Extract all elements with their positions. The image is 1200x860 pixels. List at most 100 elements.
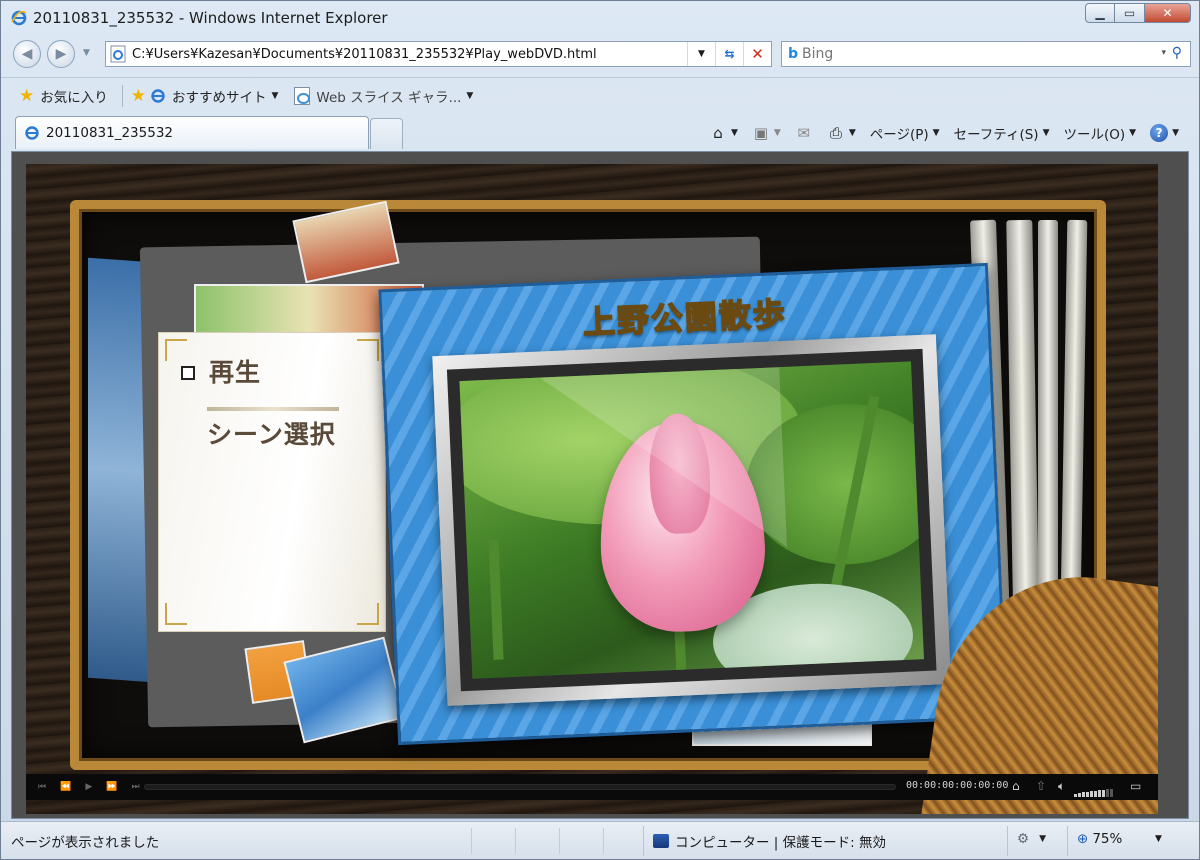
menu-item-play[interactable]: 再生 [209,353,261,389]
command-bar: ⌂ ▼ ▣ ▼ ✉ ⎙ ▼ ページ(P) ▼ セーフティ(S) ▼ ツール(O) ▼ ? ▼ [695,121,1179,145]
skip-end-icon[interactable]: ⏭ [131,782,139,792]
ornament-corner [357,603,379,625]
chevron-down-icon: ▼ [1172,128,1179,138]
safety-menu[interactable]: セーフティ(S) ▼ [954,123,1050,143]
new-tab-button[interactable] [370,118,403,149]
chevron-down-icon: ▼ [1039,834,1047,844]
bing-logo-icon: b [788,46,799,62]
speaker-icon[interactable]: 🔈︎ [1058,779,1065,794]
suggested-sites-label: おすすめサイト [172,89,267,106]
address-dropdown-button[interactable]: ▼ [687,42,715,66]
print-button[interactable]: ⎙ ▼ [827,124,856,142]
zoom-icon: ⊕ [1077,831,1089,847]
fast-forward-icon[interactable]: ⏩ [106,782,117,792]
preview-frame [432,334,952,706]
minimize-button[interactable]: ▁ [1085,3,1115,23]
status-bar: ページが表示されました コンピューター | 保護モード: 無効 ⚙ ▼ ⊕ 75… [1,821,1199,859]
add-to-favorites-icon[interactable]: ★ [131,86,146,106]
search-input[interactable] [802,46,1133,62]
home-icon: ⌂ [713,124,723,142]
privacy-icon: ⚙ [1017,831,1030,847]
privacy-button[interactable]: ⚙ ▼ [1017,831,1046,847]
zoom-level: 75% [1092,831,1123,847]
ie-small-icon [151,88,165,103]
fullscreen-icon[interactable]: ▭ [1130,779,1141,793]
rewind-icon[interactable]: ⏪ [60,782,71,792]
tab-ie-icon [25,126,39,140]
zoom-control[interactable]: ⊕ 75% [1077,831,1122,847]
safety-menu-label: セーフティ(S) [953,127,1039,143]
forward-button[interactable]: ▶ [47,40,75,68]
chevron-down-icon: ▼ [271,90,279,101]
timecode: 00:00:00:00:00:00 [906,780,1009,791]
skip-start-icon[interactable]: ⏮ [38,782,46,792]
favorites-label: お気に入り [40,89,108,106]
security-zone[interactable]: コンピューター | 保護モード: 無効 [653,831,886,851]
refresh-icon: ⇆ [724,47,735,61]
help-icon: ? [1150,124,1169,142]
stop-icon: ✕ [751,45,764,63]
search-icon[interactable]: ⚲ [1172,45,1182,61]
lotus-bud-preview [459,361,924,679]
stop-button[interactable]: ✕ [743,42,771,66]
up-arrow-icon[interactable]: ⇧ [1036,779,1046,793]
favorites-bar: ★ お気に入り ★ おすすめサイト ▼ Web スライス ギャラ... ▼ [1,77,1199,113]
read-mail-button[interactable]: ✉ [795,124,813,142]
back-button[interactable]: ◀ [13,40,41,68]
address-bar[interactable]: C:¥Users¥Kazesan¥Documents¥20110831_2355… [105,41,772,67]
ie-logo-icon [11,10,27,26]
chevron-down-icon: ▼ [730,128,738,138]
maximize-icon: ▭ [1123,6,1136,20]
tab-active[interactable]: 20110831_235532 [15,116,369,149]
menu-divider [207,407,339,411]
search-options-dropdown[interactable]: ▾ [1161,48,1166,58]
page-menu[interactable]: ページ(P) ▼ [870,123,940,143]
refresh-button[interactable]: ⇆ [715,42,743,66]
home-button[interactable]: ⌂ ▼ [709,124,738,142]
player-control-bar: ⏮ ⏪ ▶ ⏩ ⏭ 00:00:00:00:00:00 ⌂ ⇧ 🔈︎ ▭ [26,774,1158,800]
web-slice-gallery-link[interactable]: Web スライス ギャラ... ▼ [294,86,473,106]
page-content: 再生 シーン選択 上野公園散歩 ⏮ ⏪ ▶ ⏩ ⏭ 00:00:00:00:00… [11,151,1189,819]
title-card: 上野公園散歩 [378,262,1008,746]
tools-menu[interactable]: ツール(O) ▼ [1063,123,1136,143]
feeds-button[interactable]: ▣ ▼ [752,124,781,142]
tab-bar: 20110831_235532 ⌂ ▼ ▣ ▼ ✉ ⎙ ▼ ページ(P) ▼ セーフティ… [1,113,1199,151]
navigation-bar: ◀ ▶ ▼ C:¥Users¥Kazesan¥Documents¥2011083… [1,37,1199,73]
suggested-sites-link[interactable]: おすすめサイト ▼ [150,86,278,106]
dvd-menu-player: 再生 シーン選択 上野公園散歩 ⏮ ⏪ ▶ ⏩ ⏭ 00:00:00:00:00… [26,164,1158,814]
address-url[interactable]: C:¥Users¥Kazesan¥Documents¥20110831_2355… [132,47,687,62]
ornament-corner [357,339,379,361]
volume-slider[interactable] [1074,782,1118,797]
chevron-down-icon: ▼ [1042,128,1050,138]
page-icon [110,45,126,63]
ie-window: 20110831_235532 - Windows Internet Explo… [0,0,1200,860]
home-icon[interactable]: ⌂ [1012,779,1020,793]
recent-pages-dropdown[interactable]: ▼ [83,48,90,58]
window-controls: ▁ ▭ ✕ [1085,3,1191,23]
page-menu-label: ページ(P) [869,127,929,143]
tools-menu-label: ツール(O) [1063,127,1126,143]
search-box[interactable]: b ⚲ ▾ [781,41,1191,67]
tab-label: 20110831_235532 [46,125,173,141]
close-button[interactable]: ✕ [1145,3,1191,23]
glass-glare [539,367,787,558]
ornament-corner [165,339,187,361]
computer-zone-icon [653,834,669,848]
maximize-button[interactable]: ▭ [1115,3,1145,23]
zoom-dropdown[interactable]: ▼ [1155,834,1162,844]
seek-bar[interactable] [144,784,896,790]
window-title: 20110831_235532 - Windows Internet Explo… [33,9,388,27]
help-button[interactable]: ? ▼ [1150,124,1179,142]
favorites-button[interactable]: ★ お気に入り [19,86,108,106]
play-icon[interactable]: ▶ [85,782,92,792]
chevron-down-icon: ▼ [466,90,474,101]
status-text: ページが表示されました [11,835,160,851]
chevron-down-icon: ▼ [848,128,856,138]
preview-inner [446,348,937,692]
zone-text: コンピューター | 保護モード: 無効 [675,835,886,851]
web-slice-gallery-label: Web スライス ギャラ... [316,89,462,106]
favorites-star-icon: ★ [19,85,35,106]
dvd-menu-card: 再生 シーン選択 [158,332,386,632]
ornament-corner [165,603,187,625]
menu-item-scene-select[interactable]: シーン選択 [207,415,336,451]
